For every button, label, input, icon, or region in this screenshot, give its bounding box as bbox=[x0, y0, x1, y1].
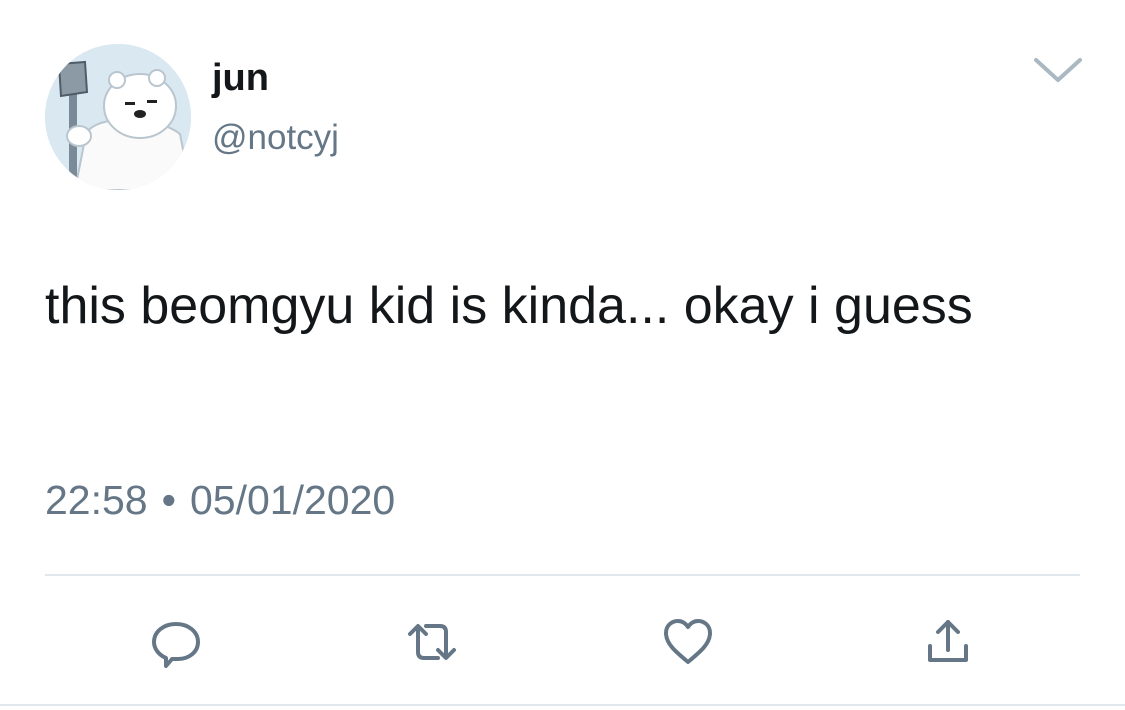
heart-icon bbox=[664, 619, 712, 664]
tweet-card: jun @notcyj this beomgyu kid is kinda...… bbox=[0, 0, 1125, 710]
user-handle[interactable]: @notcyj bbox=[212, 116, 339, 160]
share-icon bbox=[928, 620, 968, 662]
divider bbox=[45, 574, 1080, 576]
reply-button[interactable] bbox=[146, 612, 206, 672]
polar-bear-avatar-icon bbox=[45, 44, 191, 190]
reply-icon bbox=[152, 622, 200, 668]
share-button[interactable] bbox=[918, 612, 978, 672]
display-name[interactable]: jun bbox=[212, 54, 269, 102]
bottom-divider bbox=[0, 704, 1125, 706]
tweet-time: 22:58 bbox=[45, 477, 148, 523]
tweet-timestamp[interactable]: 22:58 • 05/01/2020 bbox=[45, 474, 395, 526]
retweet-button[interactable] bbox=[402, 612, 462, 672]
avatar[interactable] bbox=[45, 44, 191, 190]
meta-separator: • bbox=[161, 477, 176, 523]
tweet-date: 05/01/2020 bbox=[189, 477, 396, 523]
like-button[interactable] bbox=[658, 612, 718, 672]
tweet-text: this beomgyu kid is kinda... okay i gues… bbox=[45, 277, 973, 335]
chevron-down-icon[interactable] bbox=[1030, 52, 1086, 86]
retweet-icon bbox=[408, 624, 456, 660]
